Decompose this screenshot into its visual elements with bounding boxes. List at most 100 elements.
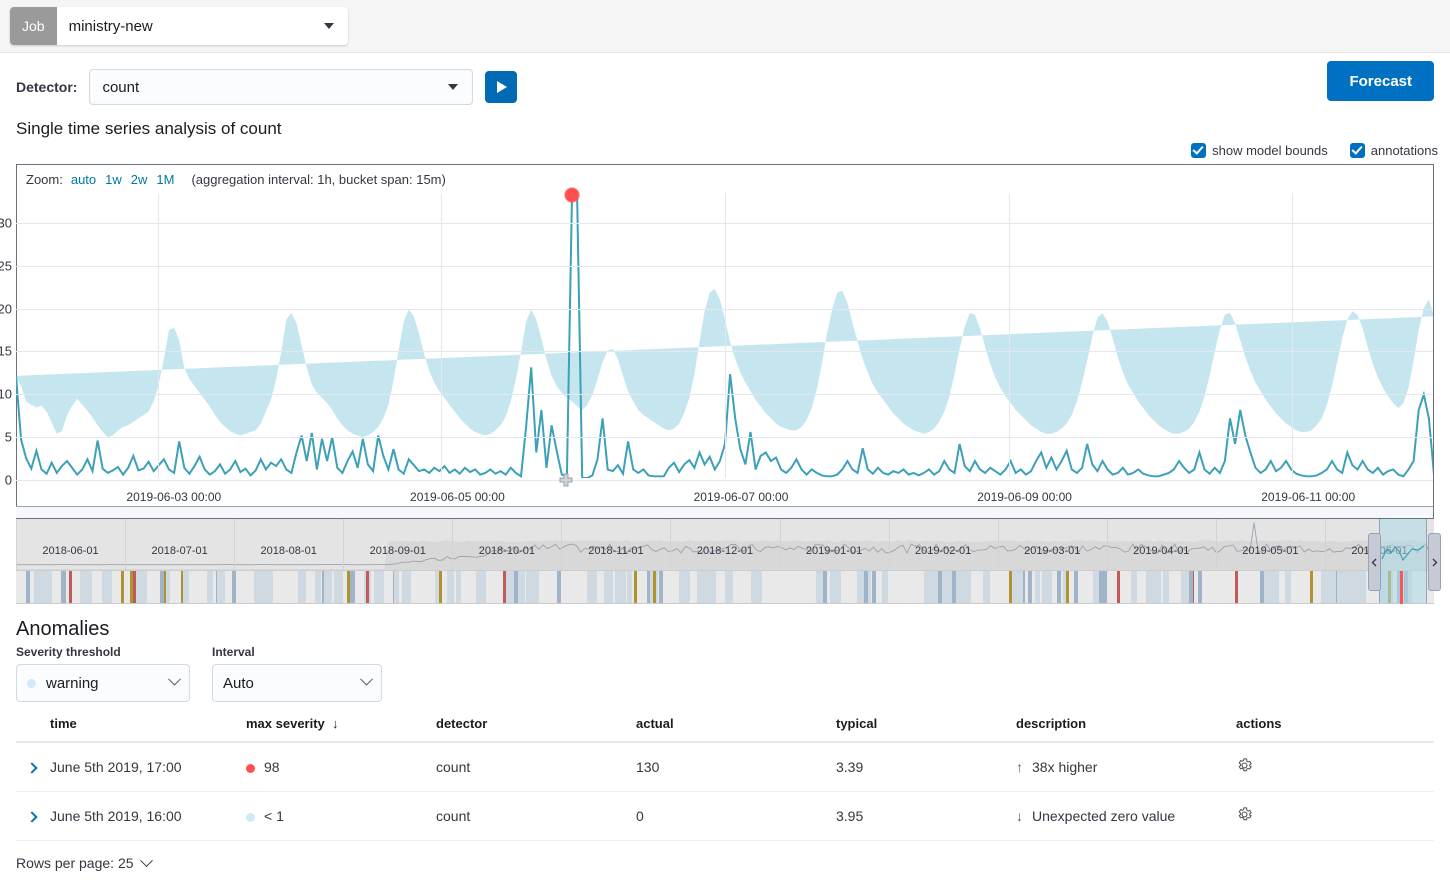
swimlane-annotation-bar[interactable] [816, 571, 823, 603]
swimlane-annotation-bar[interactable] [102, 571, 112, 603]
swimlane-annotation-bar[interactable] [928, 571, 937, 603]
swimlane-annotation-bar[interactable] [62, 571, 66, 603]
swimlane-annotation-bar[interactable] [983, 571, 990, 603]
swimlane-annotation-bar[interactable] [957, 571, 964, 603]
swimlane-annotation-bar[interactable] [254, 571, 263, 603]
column-actual[interactable]: actual [636, 716, 836, 743]
swimlane-annotation-bar[interactable] [1310, 571, 1313, 603]
swimlane-annotation-bar[interactable] [697, 571, 703, 603]
swimlane-annotation-bar[interactable] [447, 571, 454, 603]
swimlane-annotation-bar[interactable] [402, 571, 409, 603]
swimlane-annotation-bar[interactable] [882, 571, 888, 603]
swimlane-annotation-bar[interactable] [938, 571, 942, 603]
zoom-option-2w[interactable]: 2w [131, 172, 148, 187]
column-description[interactable]: description [1016, 716, 1236, 743]
swimlane-annotation-bar[interactable] [506, 571, 512, 603]
swimlane-annotation-bar[interactable] [615, 571, 626, 603]
annotations-swimlane[interactable] [16, 570, 1434, 603]
brush-handle-left[interactable] [1368, 533, 1381, 591]
swimlane-annotation-bar[interactable] [751, 571, 762, 603]
swimlane-annotation-bar[interactable] [725, 571, 733, 603]
swimlane-annotation-bar[interactable] [1321, 571, 1331, 603]
swimlane-annotation-bar[interactable] [26, 571, 30, 603]
swimlane-annotation-bar[interactable] [1117, 571, 1120, 603]
swimlane-annotation-bar[interactable] [518, 571, 525, 603]
swimlane-annotation-bar[interactable] [1103, 571, 1107, 603]
anomaly-marker-critical[interactable] [564, 187, 579, 202]
zoom-option-1M[interactable]: 1M [156, 172, 174, 187]
swimlane-annotation-bar[interactable] [1235, 571, 1238, 603]
column-detector[interactable]: detector [436, 716, 636, 743]
swimlane-annotation-bar[interactable] [587, 571, 597, 603]
swimlane-annotation-bar[interactable] [707, 571, 716, 603]
swimlane-annotation-bar[interactable] [160, 571, 164, 603]
swimlane-annotation-bar[interactable] [627, 571, 632, 603]
swimlane-annotation-bar[interactable] [366, 571, 369, 603]
swimlane-annotation-bar[interactable] [823, 571, 827, 603]
column-max-severity[interactable]: max severity ↓ [246, 716, 436, 743]
swimlane-annotation-bar[interactable] [659, 571, 663, 603]
run-button[interactable] [485, 71, 518, 103]
swimlane-annotation-bar[interactable] [514, 571, 518, 603]
swimlane-annotation-bar[interactable] [324, 571, 332, 603]
swimlane-annotation-bar[interactable] [1346, 571, 1355, 603]
swimlane-annotation-bar[interactable] [1285, 571, 1291, 603]
severity-threshold-select[interactable]: warning [16, 664, 190, 702]
swimlane-annotation-bar[interactable] [232, 571, 236, 603]
chevron-right-icon[interactable] [26, 811, 38, 823]
swimlane-annotation-bar[interactable] [1163, 571, 1169, 603]
swimlane-annotation-bar[interactable] [351, 571, 355, 603]
swimlane-annotation-bar[interactable] [653, 571, 656, 603]
swimlane-annotation-bar[interactable] [830, 571, 841, 603]
swimlane-annotation-bar[interactable] [1131, 571, 1137, 603]
swimlane-annotation-bar[interactable] [394, 571, 399, 603]
swimlane-annotation-bar[interactable] [69, 571, 72, 603]
swimlane-annotation-bar[interactable] [374, 571, 384, 603]
swimlane-annotation-bar[interactable] [864, 571, 868, 603]
swimlane-annotation-bar[interactable] [439, 571, 442, 603]
swimlane-annotation-bar[interactable] [121, 571, 124, 603]
swimlane-annotation-bar[interactable] [207, 571, 213, 603]
swimlane-annotation-bar[interactable] [476, 571, 486, 603]
brush-handle-right[interactable] [1428, 533, 1441, 591]
chart-plot-area[interactable] [15, 187, 1435, 487]
gear-icon[interactable] [1236, 806, 1253, 823]
swimlane-annotation-bar[interactable] [80, 571, 86, 603]
swimlane-annotation-bar[interactable] [217, 571, 225, 603]
annotations-checkbox[interactable]: annotations [1349, 143, 1438, 158]
swimlane-annotation-bar[interactable] [315, 571, 321, 603]
forecast-button[interactable]: Forecast [1327, 61, 1434, 101]
anomaly-marker-warning[interactable] [558, 472, 574, 488]
swimlane-annotation-bar[interactable] [183, 571, 189, 603]
swimlane-annotation-bar[interactable] [952, 571, 956, 603]
swimlane-annotation-bar[interactable] [1066, 571, 1069, 603]
swimlane-annotation-bar[interactable] [1042, 571, 1052, 603]
swimlane-annotation-bar[interactable] [39, 571, 48, 603]
interval-select[interactable]: Auto [212, 664, 382, 702]
gear-icon[interactable] [1236, 757, 1253, 774]
zoom-option-1w[interactable]: 1w [105, 172, 122, 187]
brush-selection[interactable] [1379, 519, 1427, 604]
table-row[interactable]: June 5th 2019, 17:00 98 count 130 3.39 ↑ 38x h… [16, 742, 1434, 792]
context-chart[interactable]: 2018-06-01 2018-07-01 2018-08-01 2018-09-01… [16, 519, 1441, 604]
swimlane-annotation-bar[interactable] [1035, 571, 1040, 603]
swimlane-annotation-bar[interactable] [347, 571, 350, 603]
swimlane-annotation-bar[interactable] [872, 571, 876, 603]
swimlane-annotation-bar[interactable] [334, 571, 343, 603]
show-model-bounds-checkbox[interactable]: show model bounds [1191, 143, 1328, 158]
swimlane-annotation-bar[interactable] [857, 571, 864, 603]
rows-per-page-control[interactable]: Rows per page: 25 [0, 841, 1450, 885]
swimlane-annotation-bar[interactable] [1057, 571, 1061, 603]
swimlane-annotation-bar[interactable] [1354, 571, 1362, 603]
swimlane-annotation-bar[interactable] [1151, 571, 1161, 603]
detector-select[interactable]: count [89, 69, 474, 105]
swimlane-annotation-bar[interactable] [1028, 571, 1032, 603]
swimlane-annotation-bar[interactable] [1099, 571, 1103, 603]
table-row[interactable]: June 5th 2019, 16:00 < 1 count 0 3.95 ↓ Unexpe… [16, 791, 1434, 841]
chevron-right-icon[interactable] [26, 762, 38, 774]
swimlane-annotation-bar[interactable] [1198, 571, 1202, 603]
swimlane-annotation-bar[interactable] [679, 571, 690, 603]
swimlane-annotation-bar[interactable] [1074, 571, 1078, 603]
swimlane-annotation-bar[interactable] [267, 571, 273, 603]
column-typical[interactable]: typical [836, 716, 1016, 743]
